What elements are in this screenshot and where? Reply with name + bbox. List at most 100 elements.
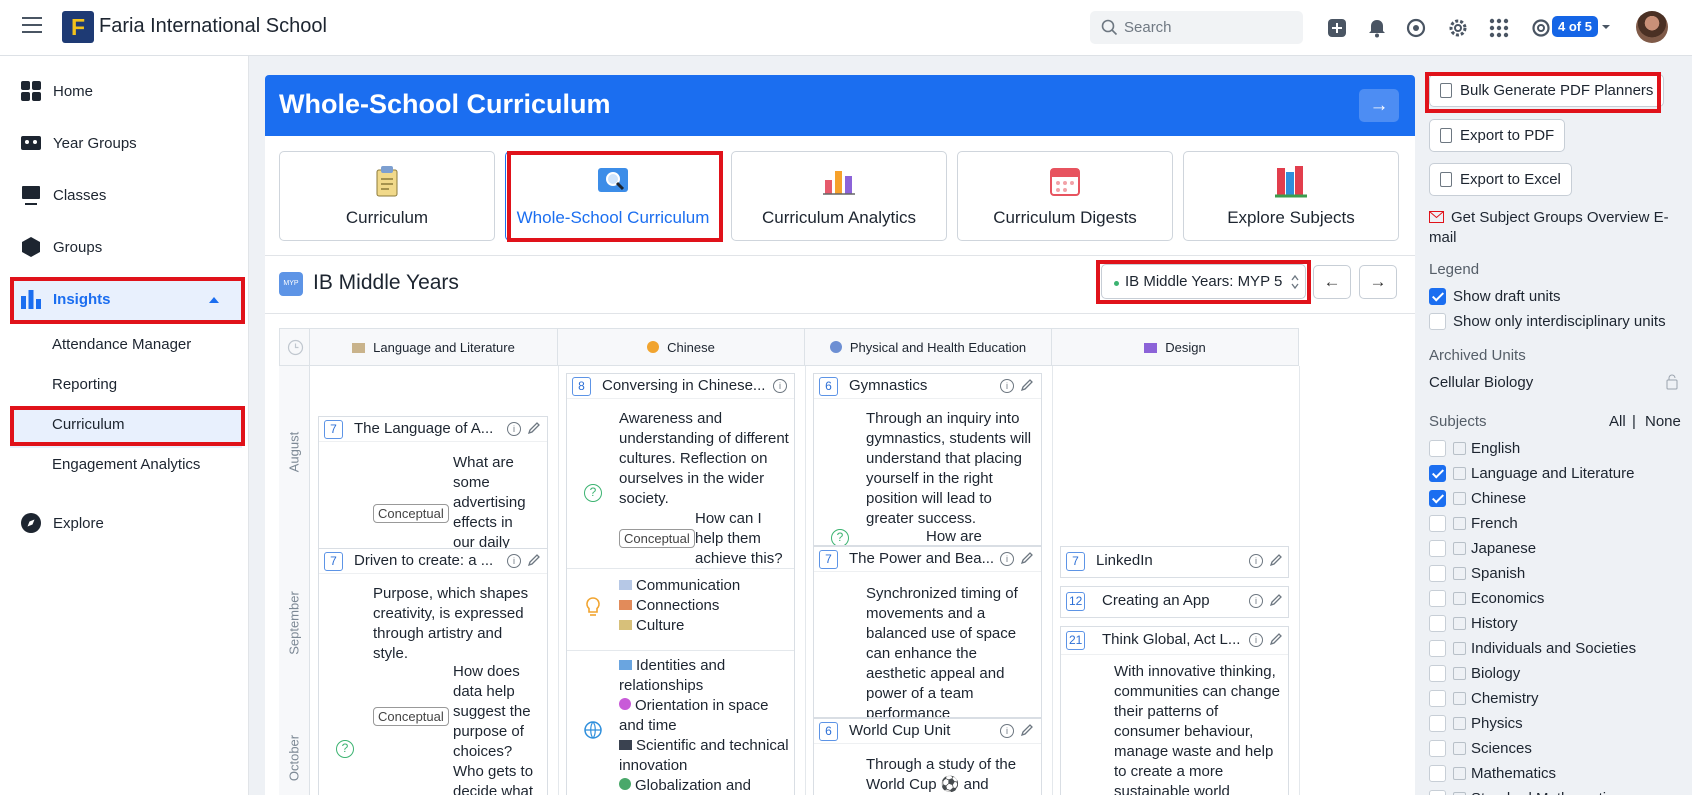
subject-checkbox[interactable]: [1429, 640, 1446, 657]
subject-checkbox[interactable]: [1429, 615, 1446, 632]
subject-checkbox[interactable]: [1429, 465, 1446, 482]
edit-icon[interactable]: [1269, 593, 1283, 607]
grade-select[interactable]: IB Middle Years: MYP 5: [1101, 264, 1306, 299]
show-draft-checkbox[interactable]: [1429, 288, 1446, 305]
unit-title[interactable]: Gymnastics: [849, 377, 927, 394]
subject-label[interactable]: Chinese: [1471, 490, 1526, 507]
subject-label[interactable]: Physics: [1471, 715, 1523, 732]
next-button[interactable]: →: [1359, 265, 1397, 299]
show-draft-label[interactable]: Show draft units: [1453, 288, 1561, 305]
subject-label[interactable]: Spanish: [1471, 565, 1525, 582]
subject-groups-email-link[interactable]: Get Subject Groups Overview E-mail: [1429, 208, 1679, 248]
subject-checkbox[interactable]: [1429, 490, 1446, 507]
edit-icon[interactable]: [1269, 553, 1283, 567]
sidebar-sub-engagement[interactable]: Engagement Analytics: [52, 456, 200, 473]
search-input[interactable]: Search: [1090, 11, 1303, 44]
avatar[interactable]: [1636, 11, 1668, 43]
unit-title[interactable]: Driven to create: a ...: [354, 552, 493, 569]
info-icon[interactable]: i: [1249, 633, 1263, 647]
edit-icon[interactable]: [1020, 723, 1034, 737]
unit-card[interactable]: 7 Driven to create: a ... i Purpose, whi…: [318, 548, 548, 795]
prev-button[interactable]: ←: [1313, 265, 1351, 299]
banner-arrow-button[interactable]: →: [1359, 89, 1399, 122]
subject-label[interactable]: Japanese: [1471, 540, 1536, 557]
info-icon[interactable]: i: [1000, 552, 1014, 566]
support-icon[interactable]: [1530, 17, 1552, 39]
chevron-up-icon[interactable]: [208, 295, 220, 305]
gear-icon[interactable]: [1447, 17, 1469, 39]
subject-label[interactable]: Standard Mathematics: [1471, 790, 1621, 795]
account-switch-badge[interactable]: 4 of 5: [1552, 16, 1598, 37]
subject-checkbox[interactable]: [1429, 565, 1446, 582]
info-icon[interactable]: i: [773, 379, 787, 393]
subject-label[interactable]: Biology: [1471, 665, 1520, 682]
unit-title[interactable]: Conversing in Chinese...: [602, 377, 765, 394]
info-icon[interactable]: i: [1000, 724, 1014, 738]
subject-label[interactable]: French: [1471, 515, 1518, 532]
apps-grid-icon[interactable]: [1488, 17, 1510, 39]
sidebar-item-groups[interactable]: Groups: [20, 236, 102, 258]
unit-title[interactable]: The Power and Bea...: [849, 550, 994, 567]
bulk-generate-pdf-button[interactable]: Bulk Generate PDF Planners: [1429, 74, 1665, 107]
info-icon[interactable]: i: [1249, 554, 1263, 568]
export-pdf-button[interactable]: Export to PDF: [1429, 119, 1566, 152]
unit-title[interactable]: Creating an App: [1102, 592, 1210, 609]
sidebar-item-year-groups[interactable]: Year Groups: [20, 132, 137, 154]
sidebar-sub-curriculum[interactable]: Curriculum: [52, 416, 125, 433]
edit-icon[interactable]: [1020, 551, 1034, 565]
subject-checkbox[interactable]: [1429, 690, 1446, 707]
subject-label[interactable]: Sciences: [1471, 740, 1532, 757]
select-all-link[interactable]: All: [1609, 413, 1626, 430]
subject-label[interactable]: Individuals and Societies: [1471, 640, 1636, 657]
show-interdisciplinary-label[interactable]: Show only interdisciplinary units: [1453, 313, 1666, 330]
sidebar-item-home[interactable]: Home: [20, 80, 93, 102]
export-excel-button[interactable]: Export to Excel: [1429, 163, 1572, 196]
tab-whole-school-curriculum[interactable]: Whole-School Curriculum: [505, 151, 721, 241]
subject-checkbox[interactable]: [1429, 715, 1446, 732]
subject-label[interactable]: Chemistry: [1471, 690, 1539, 707]
subject-label[interactable]: Language and Literature: [1471, 465, 1634, 482]
subject-checkbox[interactable]: [1429, 740, 1446, 757]
unit-card[interactable]: 7 The Language of A... i Conceptual What…: [318, 416, 548, 549]
unit-card[interactable]: 21 Think Global, Act L... i With innovat…: [1060, 626, 1289, 795]
school-logo[interactable]: F: [62, 11, 94, 43]
unarchive-icon[interactable]: [1665, 374, 1679, 390]
add-icon[interactable]: [1326, 17, 1348, 39]
subject-checkbox[interactable]: [1429, 515, 1446, 532]
subject-label[interactable]: Mathematics: [1471, 765, 1556, 782]
subject-label[interactable]: Economics: [1471, 590, 1544, 607]
edit-icon[interactable]: [1020, 378, 1034, 392]
show-interdisciplinary-checkbox[interactable]: [1429, 313, 1446, 330]
archived-unit[interactable]: Cellular Biology: [1429, 374, 1533, 391]
unit-card[interactable]: 7 The Power and Bea... i Synchronized ti…: [813, 546, 1042, 718]
unit-card[interactable]: 6 World Cup Unit i Through a study of th…: [813, 718, 1042, 795]
tab-curriculum-digests[interactable]: Curriculum Digests: [957, 151, 1173, 241]
subject-checkbox[interactable]: [1429, 765, 1446, 782]
edit-icon[interactable]: [527, 553, 541, 567]
tab-curriculum[interactable]: Curriculum: [279, 151, 495, 241]
sidebar-sub-attendance[interactable]: Attendance Manager: [52, 336, 191, 353]
subject-label[interactable]: English: [1471, 440, 1520, 457]
chevron-down-icon[interactable]: [1601, 22, 1611, 32]
unit-card[interactable]: 12 Creating an App i: [1060, 586, 1289, 618]
unit-title[interactable]: World Cup Unit: [849, 722, 950, 739]
subject-label[interactable]: History: [1471, 615, 1518, 632]
bell-icon[interactable]: [1366, 17, 1388, 39]
unit-card[interactable]: 6 Gymnastics i Through an inquiry into g…: [813, 373, 1042, 546]
unit-title[interactable]: LinkedIn: [1096, 552, 1153, 569]
info-icon[interactable]: i: [507, 554, 521, 568]
unit-card[interactable]: 8 Conversing in Chinese... i ? Awareness…: [566, 373, 795, 795]
sidebar-item-classes[interactable]: Classes: [20, 184, 106, 206]
tab-explore-subjects[interactable]: Explore Subjects: [1183, 151, 1399, 241]
menu-icon[interactable]: [22, 17, 42, 35]
school-name[interactable]: Faria International School: [99, 15, 327, 38]
unit-card[interactable]: 7 LinkedIn i: [1060, 546, 1289, 578]
subject-checkbox[interactable]: [1429, 590, 1446, 607]
sidebar-item-insights[interactable]: Insights: [20, 288, 111, 310]
sidebar-item-explore[interactable]: Explore: [20, 512, 104, 534]
info-icon[interactable]: i: [1000, 379, 1014, 393]
edit-icon[interactable]: [1269, 632, 1283, 646]
sidebar-sub-reporting[interactable]: Reporting: [52, 376, 117, 393]
tab-curriculum-analytics[interactable]: Curriculum Analytics: [731, 151, 947, 241]
info-icon[interactable]: i: [507, 422, 521, 436]
